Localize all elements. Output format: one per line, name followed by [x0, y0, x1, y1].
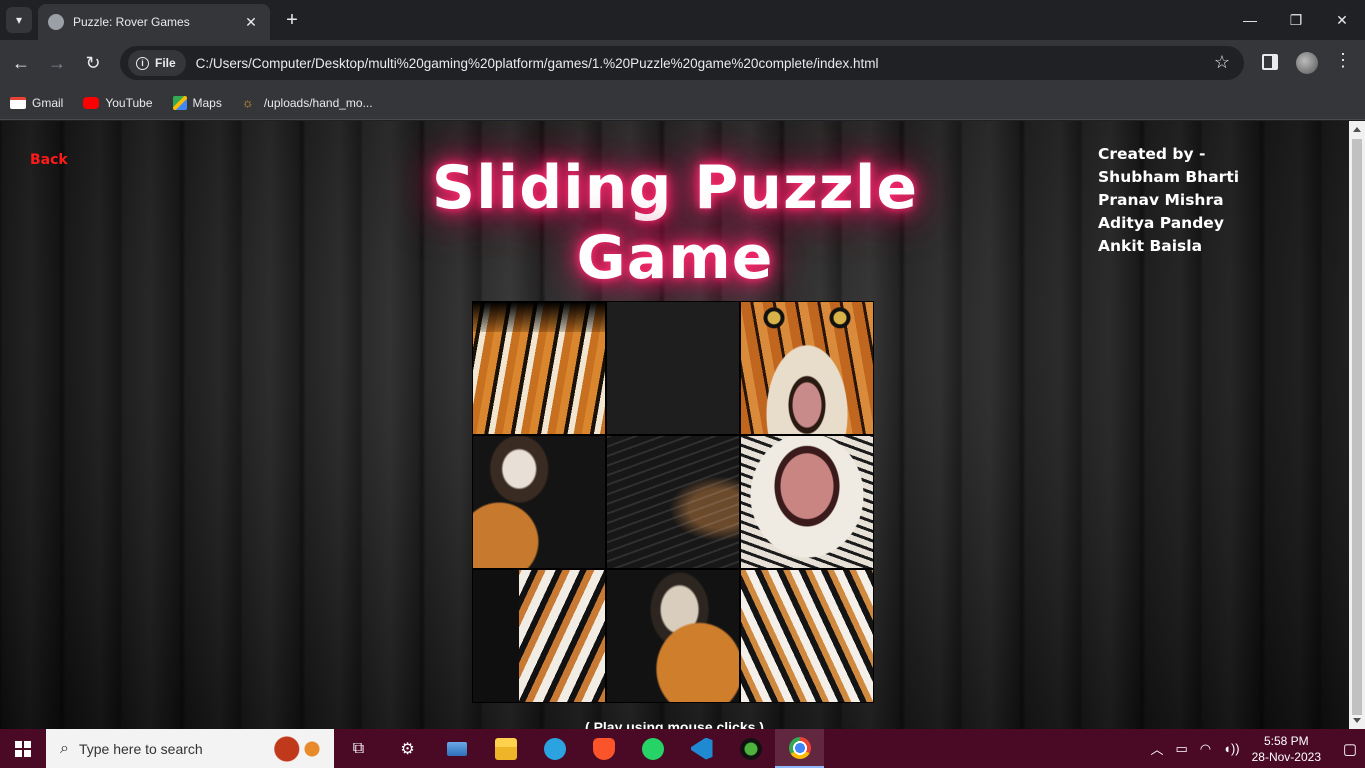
- chrome-icon[interactable]: [775, 729, 824, 768]
- clock-time: 5:58 PM: [1263, 733, 1309, 748]
- puzzle-tile-tiger-eyes-nose[interactable]: [741, 302, 873, 434]
- page-viewport: Back Sliding Puzzle Game Created by - Sh…: [0, 121, 1349, 729]
- notification-icon[interactable]: ▢: [1335, 740, 1365, 758]
- reload-icon[interactable]: ↻: [80, 50, 106, 76]
- close-tab-icon[interactable]: ✕: [242, 14, 260, 31]
- bookmark-gmail[interactable]: Gmail: [10, 96, 63, 110]
- url-text[interactable]: C:/Users/Computer/Desktop/multi%20gaming…: [196, 56, 879, 71]
- tab-search-icon[interactable]: ▾: [6, 7, 32, 33]
- puzzle-tile-tiger-back-fur[interactable]: [473, 302, 605, 434]
- credits-heading: Created by -: [1098, 145, 1206, 163]
- bookmark-maps[interactable]: Maps: [172, 95, 222, 110]
- tab-title: Puzzle: Rover Games: [73, 15, 190, 29]
- site-info-chip[interactable]: i File: [128, 50, 186, 76]
- back-arrow-icon[interactable]: ←: [8, 50, 34, 76]
- author-name: Ankit Baisla: [1098, 237, 1203, 255]
- laptop-icon[interactable]: [432, 729, 481, 768]
- puzzle-tile-tiger-mouth-open[interactable]: [741, 436, 873, 568]
- restore-icon[interactable]: ❐: [1273, 0, 1319, 40]
- back-link[interactable]: Back: [30, 152, 68, 168]
- youtube-icon: [83, 96, 100, 109]
- author-name: Shubham Bharti: [1098, 168, 1240, 186]
- kebab-menu-icon[interactable]: ⋮: [1334, 50, 1352, 71]
- address-bar[interactable]: i File C:/Users/Computer/Desktop/multi%2…: [120, 46, 1244, 80]
- side-panel-icon[interactable]: [1262, 54, 1278, 70]
- clock-date: 28-Nov-2023: [1251, 749, 1321, 764]
- scroll-up-icon[interactable]: [1353, 127, 1361, 132]
- taskbar-search[interactable]: ⌕ Type here to search: [46, 729, 334, 768]
- settings-gear-icon[interactable]: ⚙: [383, 729, 432, 768]
- whatsapp-icon[interactable]: [628, 729, 677, 768]
- page-scrollbar[interactable]: [1349, 121, 1365, 729]
- wifi-icon[interactable]: ◠: [1200, 741, 1211, 757]
- window-controls: — ❐ ✕: [1227, 0, 1365, 40]
- puzzle-tile-tiger-cheek-left[interactable]: [473, 570, 605, 702]
- task-view-icon[interactable]: ⧉: [334, 729, 383, 768]
- sun-icon: ☼: [241, 94, 254, 110]
- mongodb-icon[interactable]: [726, 729, 775, 768]
- taskbar: ⌕ Type here to search ⧉ ⚙ ︿ ▭ ◠ ◖)) 5:58…: [0, 729, 1365, 768]
- author-name: Pranav Mishra: [1098, 191, 1224, 209]
- bookmark-label: /uploads/hand_mo...: [263, 95, 373, 110]
- scroll-thumb[interactable]: [1352, 139, 1362, 715]
- tab-strip: ▾ Puzzle: Rover Games ✕ + — ❐ ✕: [0, 0, 1365, 40]
- bookmark-youtube[interactable]: YouTube: [83, 95, 153, 110]
- page-title: Sliding Puzzle Game: [431, 153, 919, 293]
- new-tab-button[interactable]: +: [280, 8, 304, 32]
- bookmark-label: Maps: [192, 95, 222, 110]
- globe-icon: [48, 14, 64, 30]
- battery-icon[interactable]: ▭: [1175, 741, 1187, 757]
- credits: Created by - Shubham Bharti Pranav Mishr…: [1098, 143, 1239, 258]
- browser-toolbar: ← → ↻ i File C:/Users/Computer/Desktop/m…: [0, 40, 1365, 86]
- puzzle-tile-tiger-whisker-dark[interactable]: [607, 436, 739, 568]
- bookmark-uploads[interactable]: ☼ /uploads/hand_mo...: [241, 94, 373, 110]
- puzzle-tile-tiger-cheek-right[interactable]: [741, 570, 873, 702]
- clock[interactable]: 5:58 PM 28-Nov-2023: [1252, 733, 1321, 765]
- vscode-icon[interactable]: [677, 729, 726, 768]
- tile-shadow: [473, 302, 605, 332]
- gmail-icon: [10, 96, 26, 109]
- puzzle-tile-tiger-ear-right[interactable]: [607, 570, 739, 702]
- profile-avatar[interactable]: [1296, 52, 1318, 74]
- search-placeholder: Type here to search: [78, 740, 203, 757]
- forward-arrow-icon[interactable]: →: [44, 50, 70, 76]
- puzzle-board: [472, 301, 874, 703]
- puzzle-empty-slot: [607, 302, 739, 434]
- bookmark-label: YouTube: [105, 95, 153, 110]
- file-explorer-icon[interactable]: [481, 729, 530, 768]
- system-tray: ︿ ▭ ◠ ◖)) 5:58 PM 28-Nov-2023 ▢: [1144, 729, 1365, 768]
- puzzle-tile-tiger-ear-left[interactable]: [473, 436, 605, 568]
- file-label: File: [155, 56, 176, 70]
- bookmark-star-icon[interactable]: ☆: [1214, 52, 1230, 73]
- author-name: Aditya Pandey: [1098, 214, 1224, 232]
- info-icon: i: [136, 56, 149, 70]
- close-window-icon[interactable]: ✕: [1319, 0, 1365, 40]
- search-highlight-icon: [270, 735, 326, 763]
- maps-icon: [172, 95, 187, 110]
- brave-icon[interactable]: [579, 729, 628, 768]
- chevron-up-icon[interactable]: ︿: [1150, 739, 1163, 758]
- bookmarks-bar: Gmail YouTube Maps ☼ /uploads/hand_mo...: [0, 86, 1365, 120]
- volume-icon[interactable]: ◖)): [1223, 741, 1240, 756]
- instruction-text: ( Play using mouse clicks ): [585, 719, 764, 729]
- start-button[interactable]: [0, 729, 46, 768]
- search-icon: ⌕: [60, 739, 69, 757]
- minimize-icon[interactable]: —: [1227, 0, 1273, 40]
- scroll-down-icon[interactable]: [1353, 718, 1361, 723]
- windows-icon: [15, 740, 31, 757]
- browser-tab[interactable]: Puzzle: Rover Games ✕: [38, 4, 270, 40]
- telegram-icon[interactable]: [530, 729, 579, 768]
- bookmark-label: Gmail: [32, 95, 64, 110]
